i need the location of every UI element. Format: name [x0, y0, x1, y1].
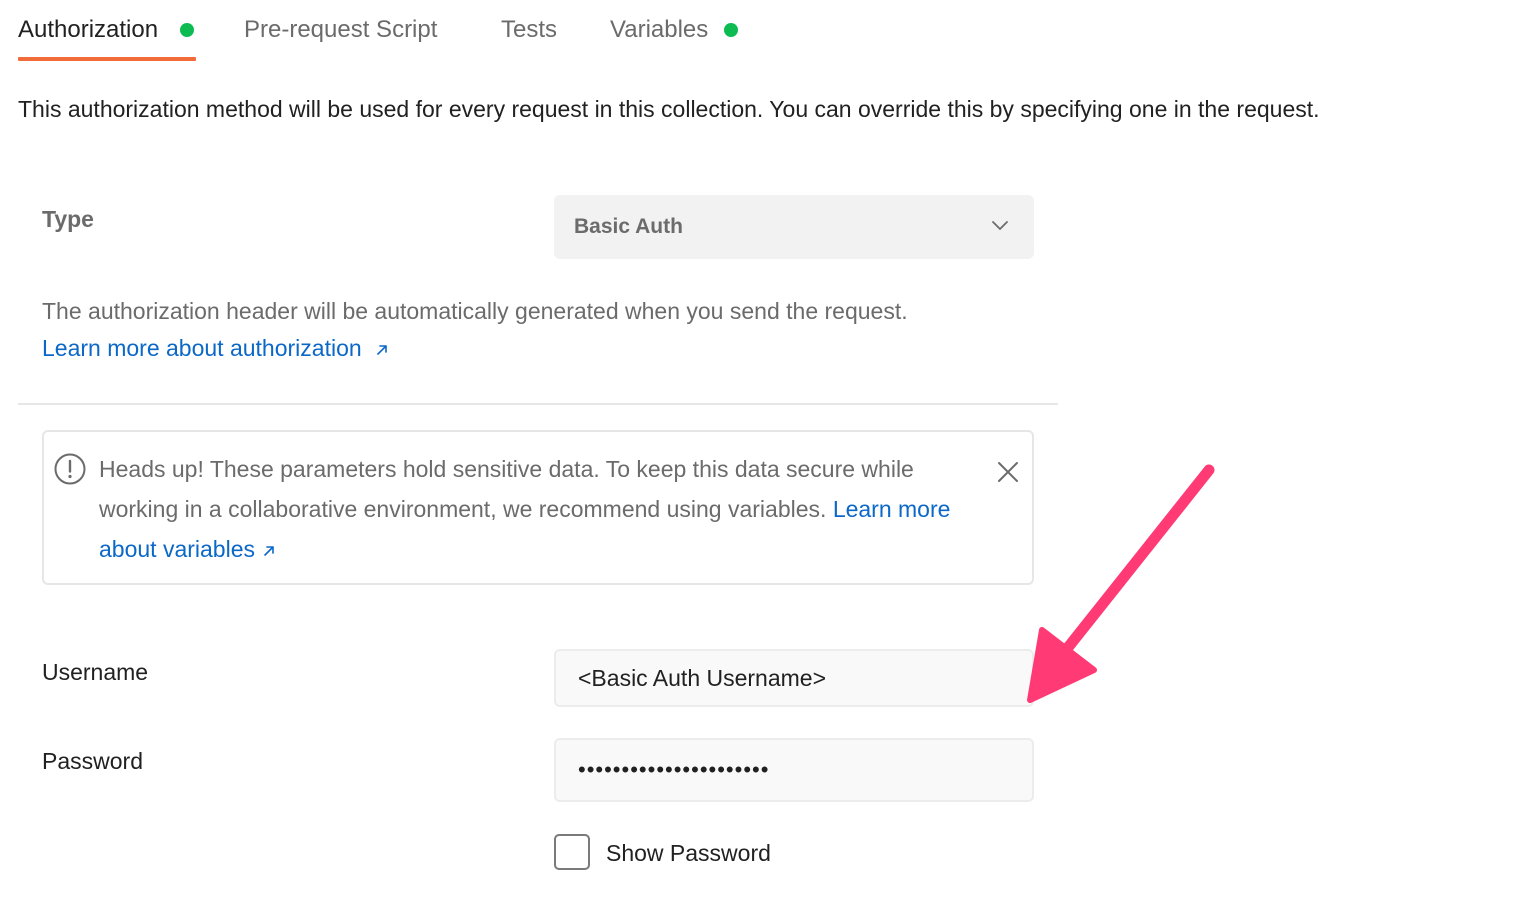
- close-icon[interactable]: [996, 460, 1020, 484]
- tab-pre-request-script[interactable]: Pre-request Script: [244, 12, 437, 48]
- chevron-down-icon: [992, 221, 1008, 230]
- username-label: Username: [42, 659, 149, 685]
- tab-tests[interactable]: Tests: [501, 12, 557, 48]
- external-link-icon: [377, 345, 387, 355]
- alert-message-text: Heads up! These parameters hold sensitiv…: [99, 456, 914, 522]
- active-tab-underline: [18, 57, 196, 61]
- external-link-icon: [264, 546, 274, 556]
- collection-auth-panel: Authorization Pre-request Script Tests V…: [0, 0, 1514, 924]
- tab-variables-indicator: [724, 23, 738, 37]
- tab-pre-request-script-label: Pre-request Script: [244, 16, 438, 43]
- collection-auth-intro: This authorization method will be used f…: [18, 96, 1320, 122]
- sensitive-data-alert: Heads up! These parameters hold sensitiv…: [42, 430, 1034, 585]
- password-input[interactable]: [554, 738, 1034, 802]
- alert-message: Heads up! These parameters hold sensitiv…: [99, 449, 959, 569]
- learn-more-authorization-link[interactable]: Learn more about authorization: [42, 331, 390, 365]
- show-password-checkbox[interactable]: [554, 834, 590, 870]
- tab-variables-label: Variables: [610, 16, 709, 43]
- tab-authorization-indicator: [180, 23, 194, 37]
- auth-type-select[interactable]: Basic Auth: [554, 195, 1034, 259]
- tab-authorization-label: Authorization: [18, 16, 159, 43]
- section-divider: [18, 403, 1058, 405]
- tab-variables[interactable]: Variables: [610, 12, 708, 48]
- password-label: Password: [42, 748, 143, 774]
- type-label: Type: [42, 206, 94, 232]
- username-input[interactable]: [554, 649, 1034, 707]
- show-password-label[interactable]: Show Password: [606, 836, 771, 870]
- tab-tests-label: Tests: [501, 16, 558, 43]
- learn-more-authorization-text: Learn more about authorization: [42, 335, 362, 361]
- info-circle-icon: [54, 453, 86, 485]
- tab-authorization[interactable]: Authorization: [18, 12, 158, 48]
- auth-type-value: Basic Auth: [574, 215, 683, 238]
- auth-header-description: The authorization header will be automat…: [42, 298, 908, 324]
